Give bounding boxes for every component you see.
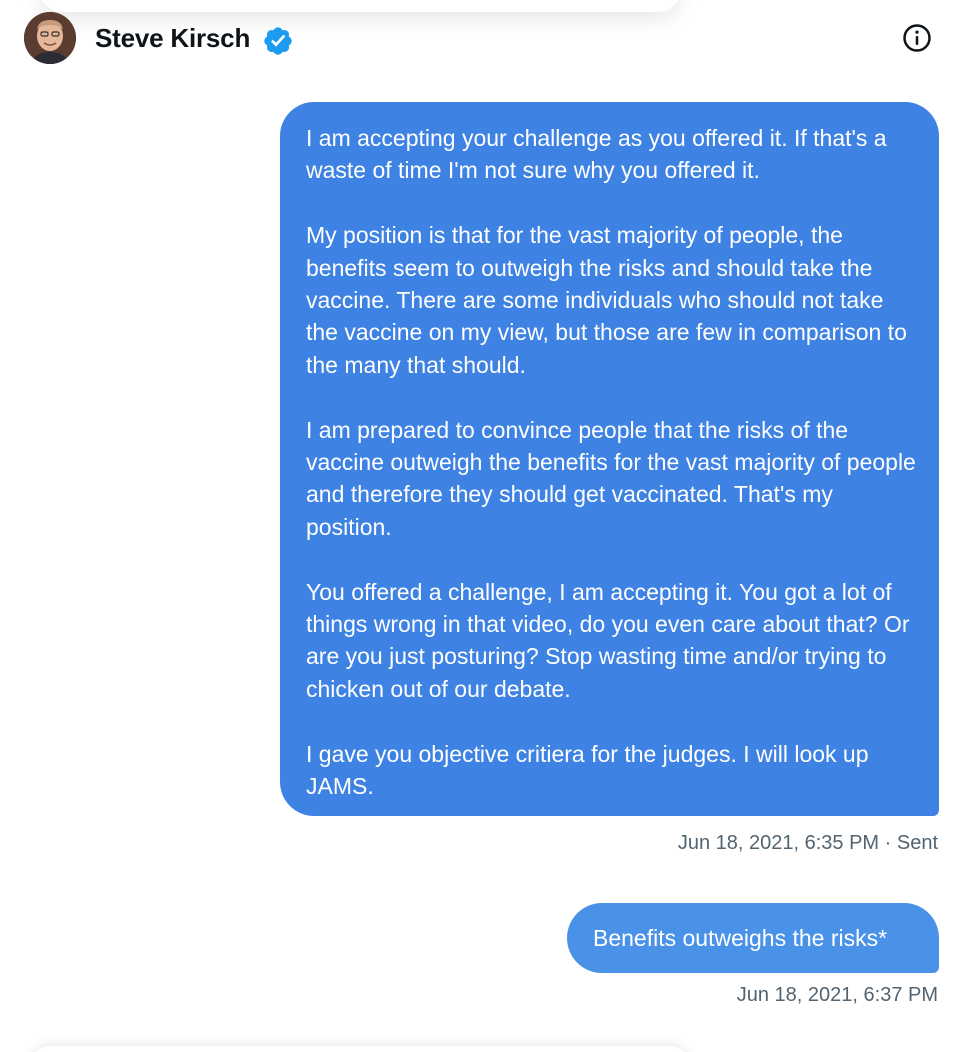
message-paragraph: I gave you objective critiera for the ju… xyxy=(306,740,869,800)
message-timestamp: Jun 18, 2021, 6:35 PM · Sent xyxy=(677,832,938,854)
message-paragraph: You offered a challenge, I am accepting … xyxy=(306,578,910,702)
message-bubble-sent[interactable]: Benefits outweighs the risks* xyxy=(567,903,939,973)
avatar[interactable] xyxy=(24,12,76,64)
message-paragraph: I am accepting your challenge as you off… xyxy=(306,125,887,184)
message-timestamp: Jun 18, 2021, 6:37 PM xyxy=(736,984,938,1006)
bottom-shadow-decoration xyxy=(30,1046,690,1052)
info-icon xyxy=(903,24,931,52)
contact-name[interactable]: Steve Kirsch xyxy=(95,22,250,54)
verified-badge-icon xyxy=(262,25,294,57)
message-paragraph: I am prepared to convince people that th… xyxy=(306,416,916,540)
conversation-header: Steve Kirsch xyxy=(0,0,966,76)
info-button[interactable] xyxy=(899,20,935,56)
dm-conversation: Steve Kirsch I am accepting your challen… xyxy=(0,0,966,1052)
message-bubble-sent[interactable]: I am accepting your challenge as you off… xyxy=(280,102,939,816)
message-paragraph: My position is that for the vast majorit… xyxy=(306,222,907,378)
